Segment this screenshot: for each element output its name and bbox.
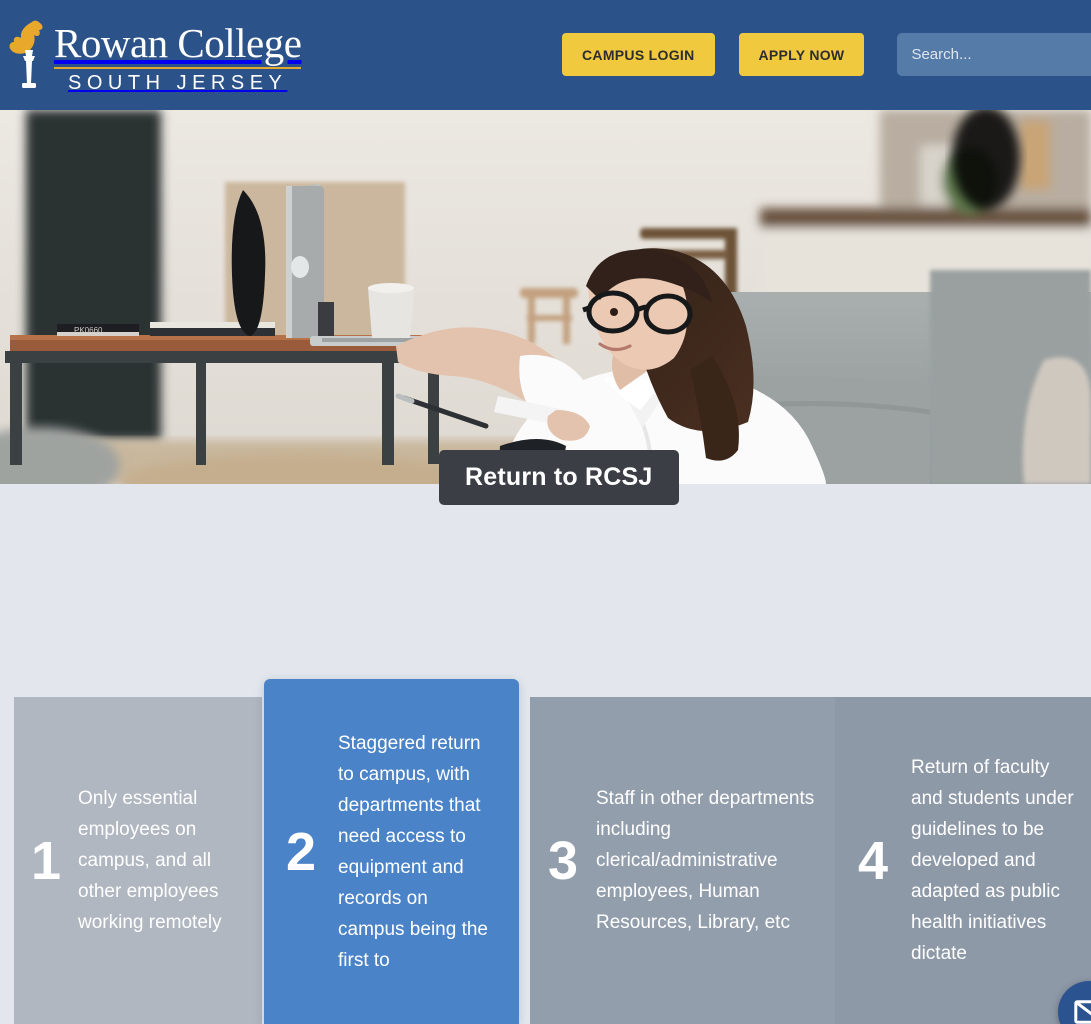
site-logo[interactable]: Rowan College SOUTH JERSEY xyxy=(6,0,302,110)
stage-card-2[interactable]: 2 Staggered return to campus, with depar… xyxy=(264,679,519,1024)
header-actions: CAMPUS LOGIN APPLY NOW xyxy=(562,33,1091,76)
stage-card-number: 3 xyxy=(547,830,579,891)
search-input[interactable] xyxy=(897,33,1091,76)
stage-card-text: Only essential employees on campus, and … xyxy=(78,788,222,933)
stage-card-number: 4 xyxy=(857,830,889,891)
stage-card-number: 2 xyxy=(285,821,317,882)
stage-card-text: Staff in other departments including cle… xyxy=(596,788,815,933)
stage-card-1[interactable]: 1 Only essential employees on campus, an… xyxy=(14,697,262,1024)
envelope-icon xyxy=(1074,1000,1091,1024)
stage-progress-section: Stage 1 Stage 2 (July 20) Stage 3 Stage … xyxy=(0,484,1091,686)
logo-wordmark: Rowan College SOUTH JERSEY xyxy=(54,17,302,94)
logo-divider xyxy=(54,66,302,69)
hero-image: PK0660 xyxy=(0,110,1091,484)
logo-line-2: SOUTH JERSEY xyxy=(68,71,288,94)
hero-banner-title: Return to RCSJ xyxy=(439,450,679,505)
hero-section: PK0660 xyxy=(0,110,1091,484)
stage-card-text: Return of faculty and students under gui… xyxy=(911,757,1074,964)
stage-card-3[interactable]: 3 Staff in other departments including c… xyxy=(530,697,835,1024)
torch-icon xyxy=(6,19,52,91)
stage-card-number: 1 xyxy=(30,830,62,891)
apply-now-button[interactable]: APPLY NOW xyxy=(738,33,865,76)
stage-card-text: Staggered return to campus, with departm… xyxy=(338,732,488,971)
logo-line-1: Rowan College xyxy=(54,19,302,66)
site-header: Rowan College SOUTH JERSEY CAMPUS LOGIN … xyxy=(0,0,1091,110)
stage-cards: 1 Only essential employees on campus, an… xyxy=(0,679,1091,1024)
campus-login-button[interactable]: CAMPUS LOGIN xyxy=(562,33,715,76)
svg-text:PK0660: PK0660 xyxy=(74,326,103,335)
stage-card-4[interactable]: 4 Return of faculty and students under g… xyxy=(835,697,1091,1024)
